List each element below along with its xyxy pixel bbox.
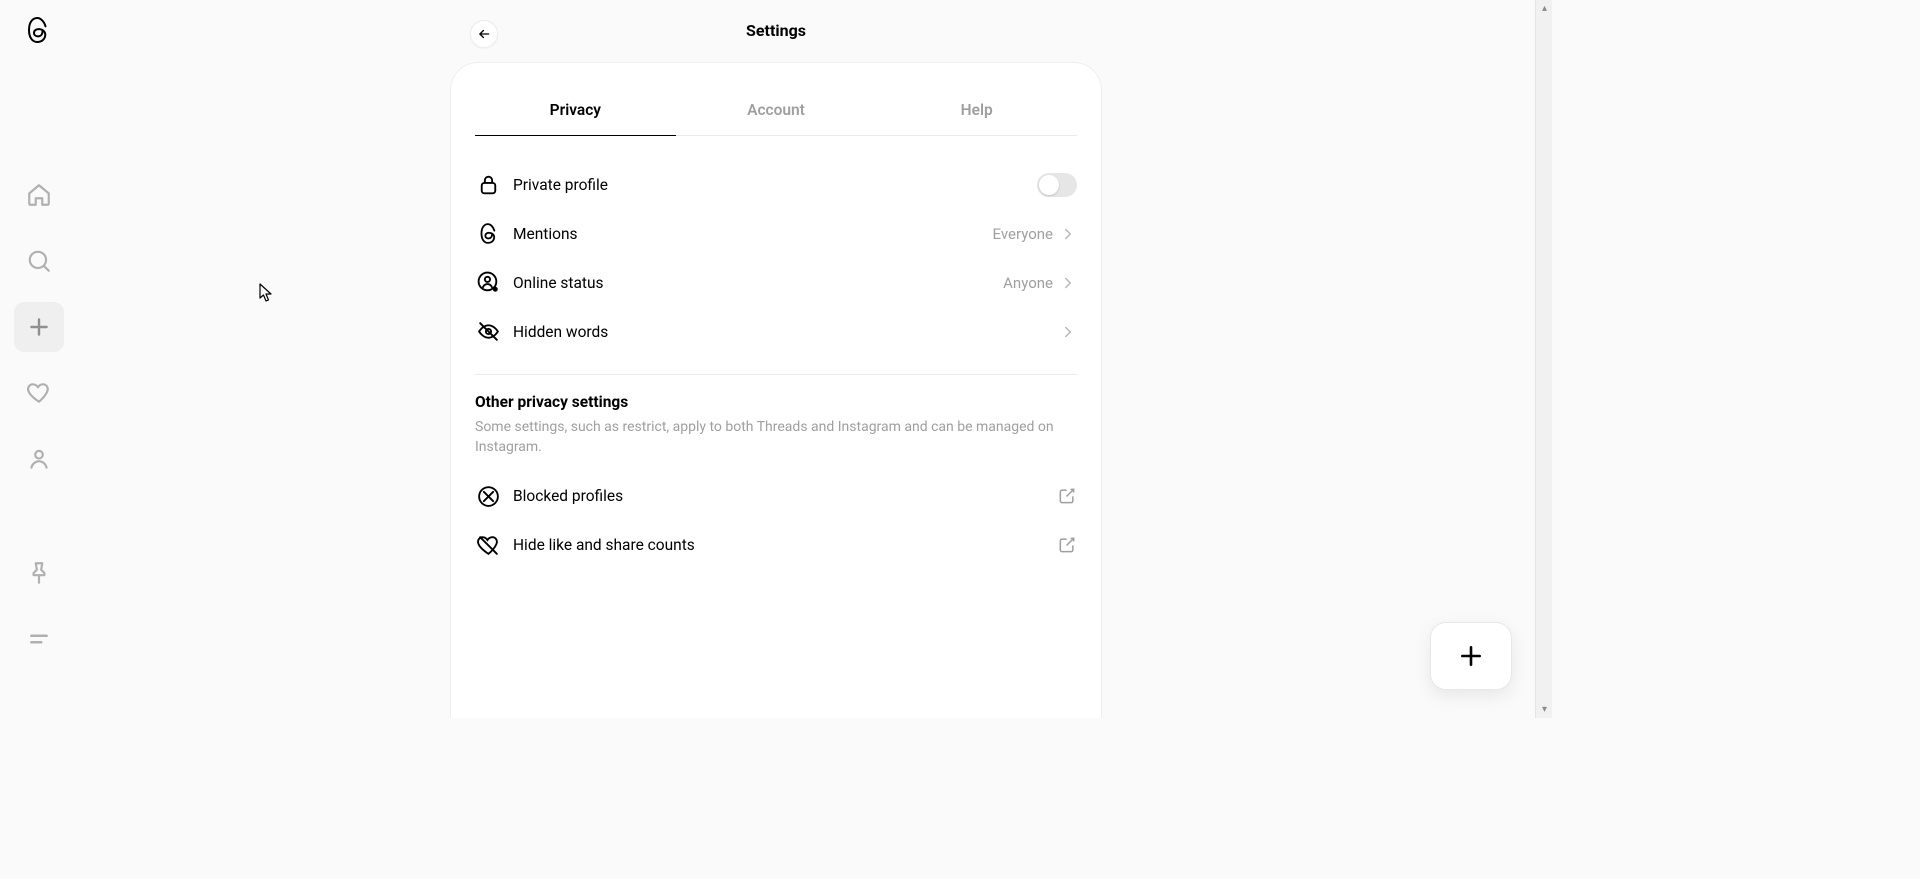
tab-help[interactable]: Help [876, 87, 1077, 135]
row-online-status[interactable]: Online status Anyone [475, 258, 1077, 307]
nav-menu[interactable] [14, 614, 64, 664]
sidebar-nav [14, 170, 64, 484]
other-settings-desc: Some settings, such as restrict, apply t… [475, 417, 1077, 458]
chevron-right-icon [1059, 274, 1077, 292]
privacy-section: Private profile Mentions Everyone Online… [475, 136, 1077, 570]
mentions-icon [475, 221, 501, 247]
page-title: Settings [746, 21, 806, 40]
back-button[interactable] [470, 20, 498, 48]
hidden-words-label: Hidden words [513, 323, 1059, 341]
nav-home[interactable] [14, 170, 64, 220]
row-hide-counts[interactable]: Hide like and share counts [475, 521, 1077, 570]
chevron-right-icon [1059, 323, 1077, 341]
row-mentions[interactable]: Mentions Everyone [475, 209, 1077, 258]
hidden-words-icon [475, 319, 501, 345]
online-status-icon [475, 270, 501, 296]
settings-tabs: Privacy Account Help [475, 87, 1077, 136]
scrollbar[interactable]: ▴ ▾ [1535, 0, 1552, 718]
row-hidden-words[interactable]: Hidden words [475, 307, 1077, 356]
nav-create[interactable] [14, 302, 64, 352]
private-profile-label: Private profile [513, 176, 1037, 194]
online-status-label: Online status [513, 274, 1003, 292]
section-divider [475, 374, 1077, 375]
nav-pin[interactable] [14, 548, 64, 598]
other-settings-header: Other privacy settings [475, 393, 1077, 411]
row-blocked-profiles[interactable]: Blocked profiles [475, 472, 1077, 521]
settings-card: Privacy Account Help Private profile Men… [450, 62, 1102, 718]
nav-activity[interactable] [14, 368, 64, 418]
scroll-down-arrow[interactable]: ▾ [1536, 701, 1553, 718]
blocked-label: Blocked profiles [513, 487, 1057, 505]
sidebar-bottom [14, 548, 64, 664]
external-link-icon [1057, 486, 1077, 506]
tab-account[interactable]: Account [676, 87, 877, 135]
chevron-right-icon [1059, 225, 1077, 243]
hide-counts-label: Hide like and share counts [513, 536, 1057, 554]
mouse-cursor-icon [259, 283, 275, 307]
online-status-value: Anyone [1003, 274, 1053, 292]
row-private-profile[interactable]: Private profile [475, 160, 1077, 209]
tab-privacy[interactable]: Privacy [475, 87, 676, 135]
mentions-value: Everyone [993, 225, 1053, 243]
nav-profile[interactable] [14, 434, 64, 484]
page-header: Settings [0, 0, 1552, 60]
hide-counts-icon [475, 532, 501, 558]
blocked-icon [475, 483, 501, 509]
lock-icon [475, 172, 501, 198]
external-link-icon [1057, 535, 1077, 555]
private-profile-toggle[interactable] [1037, 173, 1077, 197]
scroll-up-arrow[interactable]: ▴ [1536, 0, 1553, 17]
nav-search[interactable] [14, 236, 64, 286]
mentions-label: Mentions [513, 225, 993, 243]
compose-button[interactable] [1430, 622, 1512, 690]
